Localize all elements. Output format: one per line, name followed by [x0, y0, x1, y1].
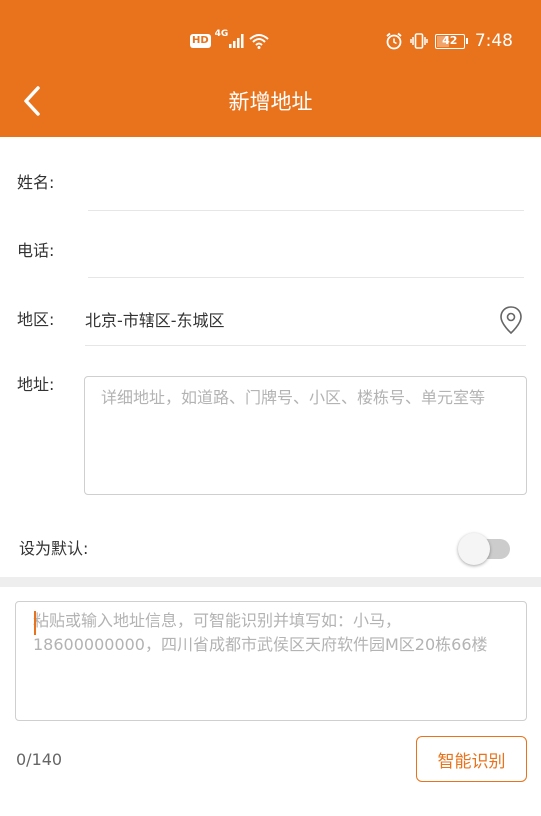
phone-label: 电话:: [17, 241, 55, 260]
vibrate-icon: [410, 33, 428, 49]
address-textarea[interactable]: [101, 386, 510, 485]
status-bar: HD 4G 42 7:48: [0, 0, 541, 70]
smart-paste-textarea[interactable]: [33, 609, 509, 713]
page-title: 新增地址: [228, 90, 313, 114]
toggle-thumb: [458, 533, 490, 565]
location-pin-icon: [500, 306, 522, 335]
location-button[interactable]: [498, 305, 524, 335]
signal-icon: [229, 34, 244, 48]
region-divider: [85, 345, 526, 346]
network-type: 4G: [214, 29, 229, 39]
default-label: 设为默认:: [19, 539, 89, 558]
name-label: 姓名:: [17, 173, 55, 192]
status-right: 42 7:48: [385, 30, 513, 52]
region-selector[interactable]: 北京-市辖区-东城区: [85, 309, 225, 333]
battery-level: 42: [442, 33, 458, 47]
hd-icon: HD: [190, 34, 211, 48]
wifi-icon: [249, 34, 269, 49]
status-left: HD 4G: [190, 29, 269, 52]
section-separator: [0, 577, 541, 587]
address-box: [84, 376, 527, 495]
address-label: 地址:: [17, 375, 55, 394]
battery-icon: 42: [434, 33, 468, 49]
name-input[interactable]: [88, 165, 524, 205]
phone-divider: [88, 277, 524, 278]
smart-recognize-button[interactable]: 智能识别: [416, 736, 527, 782]
smart-paste-box: [15, 601, 527, 721]
default-toggle[interactable]: [458, 533, 510, 565]
name-divider: [88, 210, 524, 211]
status-time: 7:48: [474, 31, 513, 51]
alarm-icon: [386, 32, 402, 50]
phone-input[interactable]: [88, 232, 524, 272]
region-label: 地区:: [17, 310, 55, 329]
app-header: HD 4G 42 7:48 新增地址: [0, 0, 541, 137]
char-counter: 0/140: [16, 750, 63, 769]
text-cursor: [34, 611, 36, 635]
